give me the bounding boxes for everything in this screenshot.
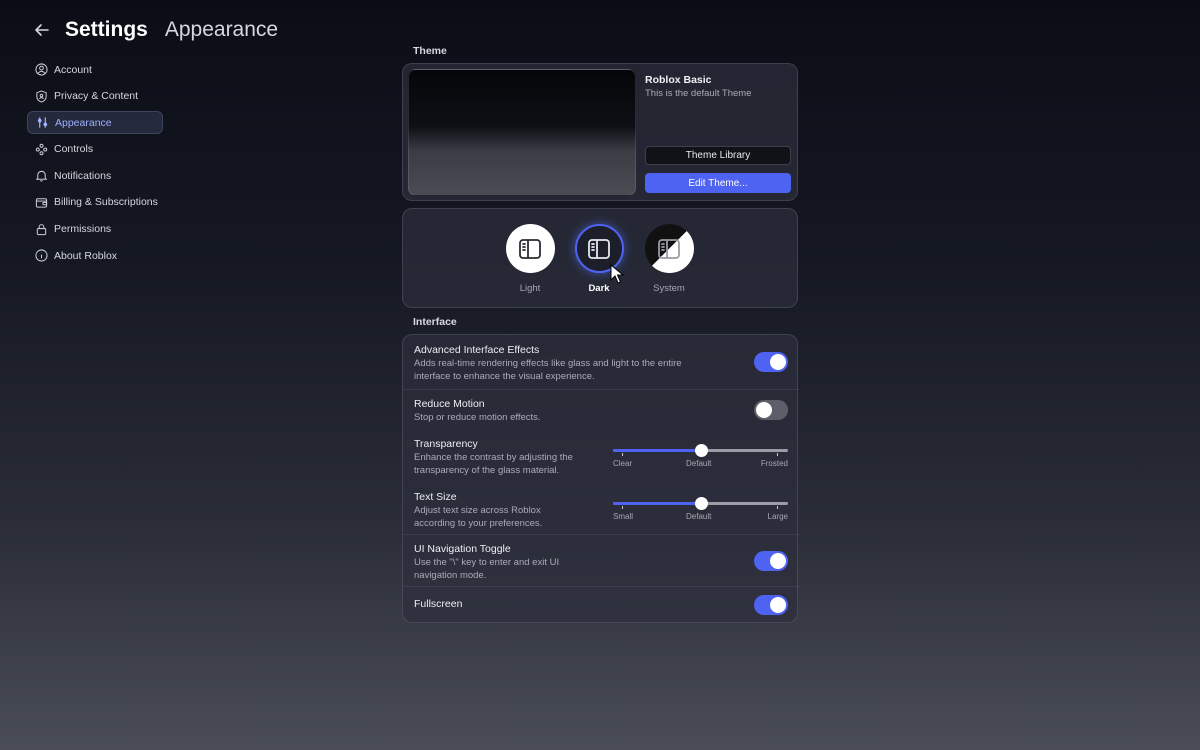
system-mode-circle [644,224,694,273]
sliders-icon [37,117,48,128]
slider-tick [777,453,778,456]
theme-card: Roblox Basic This is the default Theme T… [402,63,798,201]
ui-navigation-toggle[interactable] [754,551,788,571]
toggle-knob [756,402,772,418]
interface-section-label: Interface [413,316,457,328]
bell-icon [35,171,48,182]
info-icon [35,249,48,262]
sidebar-item-privacy[interactable]: Privacy & Content [27,85,163,108]
mode-light-option[interactable]: Light [500,224,560,294]
back-button[interactable] [30,18,54,42]
slider-label-max: Large [767,512,788,521]
toggle-knob [770,553,786,569]
sidebar-item-about[interactable]: About Roblox [27,244,163,267]
user-circle-icon [35,63,48,76]
row-description: Adjust text size across Roblox [414,505,541,516]
fullscreen-row: Fullscreen [403,587,799,623]
slider-label-mid: Default [686,512,712,521]
text-size-row: Text Size Adjust text size across Roblox… [403,486,799,535]
row-title: UI Navigation Toggle [414,543,511,555]
sidebar-item-controls[interactable]: Controls [27,138,163,161]
slider-tick [622,506,623,509]
theme-name: Roblox Basic [645,74,712,86]
page-title: Settings [65,18,148,41]
sidebar-item-label: Billing & Subscriptions [54,196,158,209]
panel-layout-icon [658,238,680,259]
lock-icon [36,223,47,235]
theme-library-button[interactable]: Theme Library [645,146,791,165]
transparency-row: Transparency Enhance the contrast by adj… [403,434,799,486]
page-subtitle: Appearance [164,18,279,41]
header: Settings Appearance [30,14,278,46]
mouse-cursor-icon [610,264,624,284]
sidebar-item-label: Controls [54,143,94,156]
row-description: transparency of the glass material. [414,465,560,476]
interface-card: Advanced Interface Effects Adds real-tim… [402,334,799,623]
mode-label: Dark [588,283,610,294]
row-description: according to your preferences. [414,518,543,529]
row-title: Advanced Interface Effects [414,344,540,356]
slider-thumb[interactable] [694,444,708,457]
mode-label: Light [519,283,541,294]
ui-navigation-row: UI Navigation Toggle Use the "\" key to … [403,535,799,587]
sidebar-item-label: Privacy & Content [54,90,139,103]
text-size-slider[interactable]: Small Default Large [613,495,788,521]
edit-theme-button[interactable]: Edit Theme... [645,173,791,193]
transparency-slider[interactable]: Clear Default Frosted [613,442,788,468]
wallet-icon [35,198,48,208]
sidebar-item-label: Account [54,63,92,76]
sidebar-item-billing[interactable]: Billing & Subscriptions [27,191,163,214]
slider-tick [777,506,778,509]
sidebar-item-account[interactable]: Account [27,58,163,81]
slider-label-max: Frosted [760,459,788,468]
toggle-knob [770,597,786,613]
row-description: Adds real-time rendering effects like gl… [414,358,682,369]
advanced-effects-toggle[interactable] [754,352,788,372]
row-description: interface to enhance the visual experien… [414,371,595,382]
arrow-left-icon [35,24,49,36]
theme-description: This is the default Theme [645,88,752,99]
slider-fill [613,449,701,452]
row-title: Fullscreen [414,598,463,610]
row-description: Enhance the contrast by adjusting the [414,452,573,463]
row-title: Reduce Motion [414,398,485,410]
panel-layout-icon [588,238,610,259]
advanced-effects-row: Advanced Interface Effects Adds real-tim… [403,335,799,390]
slider-label-min: Clear [613,459,633,468]
theme-section-label: Theme [413,45,447,57]
reduce-motion-toggle[interactable] [754,400,788,420]
mode-label: System [653,283,685,294]
slider-tick [622,453,623,456]
row-title: Text Size [414,491,457,503]
light-mode-circle [505,224,555,273]
slider-label-mid: Default [686,459,712,468]
slider-thumb[interactable] [694,497,708,510]
sidebar-item-label: Permissions [54,223,112,236]
sidebar-item-label: Appearance [55,116,112,129]
reduce-motion-row: Reduce Motion Stop or reduce motion effe… [403,390,799,434]
sidebar-item-label: Notifications [54,169,112,182]
row-description: Stop or reduce motion effects. [414,412,541,423]
mode-system-option[interactable]: System [639,224,699,294]
slider-fill [613,502,701,505]
row-description: navigation mode. [414,570,487,581]
panel-layout-icon [519,238,541,259]
slider-label-min: Small [613,512,634,521]
row-description: Use the "\" key to enter and exit UI [414,557,560,568]
sidebar-item-permissions[interactable]: Permissions [27,218,163,241]
row-title: Transparency [414,438,478,450]
sidebar-item-notifications[interactable]: Notifications [27,164,163,187]
sidebar-item-label: About Roblox [54,249,118,262]
sidebar: Account Privacy & Content Appearance Con… [27,58,163,271]
fullscreen-toggle[interactable] [754,595,788,615]
toggle-knob [770,354,786,370]
shield-icon [36,89,47,103]
gamepad-icon [35,143,48,155]
sidebar-item-appearance[interactable]: Appearance [27,111,163,135]
theme-preview [408,69,636,196]
